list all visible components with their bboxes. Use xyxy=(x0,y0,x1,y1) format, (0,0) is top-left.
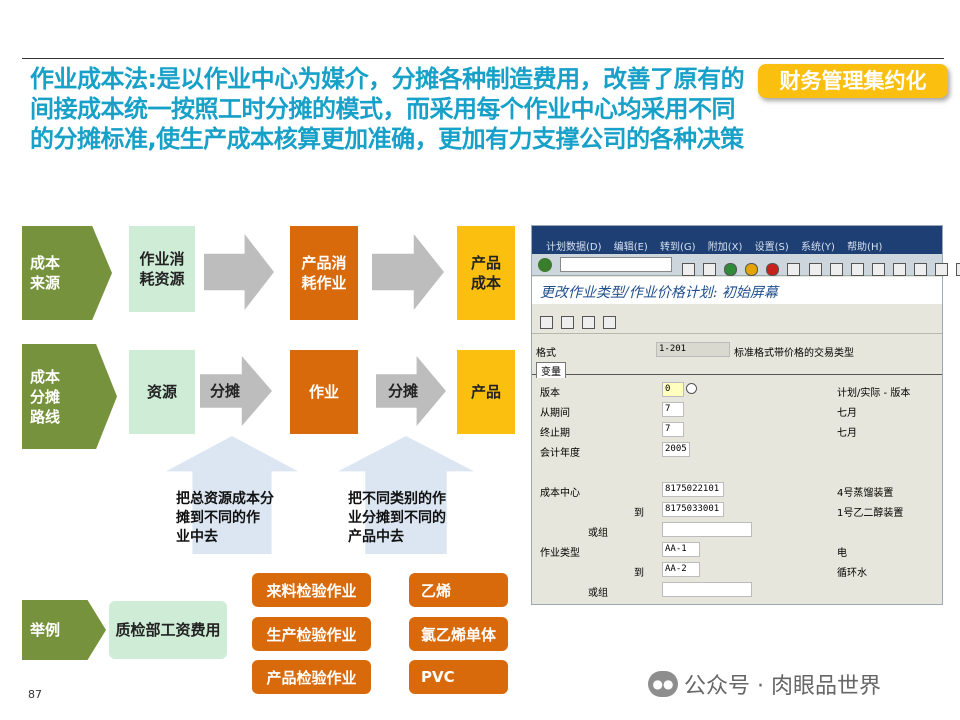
layout-field[interactable]: 1-201 xyxy=(656,342,730,357)
cost-center-from-description: 4号蒸馏装置 xyxy=(837,488,894,499)
cancel-icon[interactable] xyxy=(766,263,780,276)
activity-type-from-field[interactable]: AA-1 xyxy=(662,542,700,557)
to-period-description: 七月 xyxy=(837,428,857,439)
fiscal-year-label: 会计年度 xyxy=(540,448,580,459)
box-qc-salary: 质检部工资费用 xyxy=(109,601,227,659)
fiscal-year-field[interactable]: 2005 xyxy=(662,442,690,457)
enter-icon[interactable] xyxy=(538,258,552,272)
tab-variables[interactable]: 变量 xyxy=(536,362,566,378)
print-icon[interactable] xyxy=(787,263,801,276)
activity-type-group-label: 或组 xyxy=(588,588,608,599)
command-field[interactable] xyxy=(560,257,672,272)
search-help-icon[interactable] xyxy=(686,383,697,394)
menu-help[interactable]: 帮助(H) xyxy=(847,238,882,253)
arrow-label-allocate: 分摊 xyxy=(388,381,419,400)
cost-center-label: 成本中心 xyxy=(540,488,580,499)
from-period-field[interactable]: 7 xyxy=(662,402,684,417)
document-edit-icon[interactable] xyxy=(603,316,617,329)
chart-icon[interactable] xyxy=(561,316,575,329)
watermark-text: 公众号 · 肉眼品世界 xyxy=(684,674,881,699)
cost-center-to-field[interactable]: 8175033001 xyxy=(662,502,724,517)
first-page-icon[interactable] xyxy=(850,263,864,276)
box-product-consumes-activity: 产品消 耗作业 xyxy=(290,226,358,320)
gray-arrow-right xyxy=(372,234,444,310)
top-rule xyxy=(22,58,944,59)
watermark: ●● 公众号 · 肉眼品世界 xyxy=(648,668,881,700)
section-badge: 财务管理集约化 xyxy=(758,64,948,98)
layout-icon[interactable] xyxy=(935,263,949,276)
cost-center-group-field[interactable] xyxy=(662,522,752,537)
example-activity: 生产检验作业 xyxy=(252,617,371,651)
find-icon[interactable] xyxy=(808,263,822,276)
example-product: PVC xyxy=(409,660,508,694)
gray-arrow-right xyxy=(204,234,274,310)
toolbar-icons xyxy=(682,259,960,278)
to-period-label: 终止期 xyxy=(540,428,570,439)
wechat-icon: ●● xyxy=(648,671,678,697)
sap-toolbar xyxy=(532,254,960,276)
last-page-icon[interactable] xyxy=(914,263,928,276)
note-resource-to-activity: 把总资源成本分 摊到不同的作 业中去 xyxy=(176,491,274,545)
menu-extras[interactable]: 附加(X) xyxy=(708,238,743,253)
box-activity-consumes-resources: 作业消 耗资源 xyxy=(129,226,195,312)
box-product: 产品 xyxy=(457,350,515,434)
activity-type-group-field[interactable] xyxy=(662,582,752,597)
sap-menu-bar: 计划数据(D) 编辑(E) 转到(G) 附加(X) 设置(S) 系统(Y) 帮助… xyxy=(532,226,942,254)
menu-plan-data[interactable]: 计划数据(D) xyxy=(546,238,602,253)
cost-center-to-description: 1号乙二醇装置 xyxy=(837,508,904,519)
version-field[interactable]: 0 xyxy=(662,382,684,397)
example-product: 氯乙烯单体 xyxy=(409,617,508,651)
prev-page-icon[interactable] xyxy=(871,263,885,276)
sap-screen-title: 更改作业类型/作业价格计划: 初始屏幕 xyxy=(532,277,942,304)
box-resources: 资源 xyxy=(129,350,195,434)
exit-icon[interactable] xyxy=(745,263,759,276)
person-icon[interactable] xyxy=(540,316,553,329)
next-page-icon[interactable] xyxy=(892,263,906,276)
find-next-icon[interactable] xyxy=(829,263,843,276)
activity-type-to-label: 到 xyxy=(634,568,644,579)
save-icon[interactable] xyxy=(703,263,717,276)
box-product-cost: 产品 成本 xyxy=(457,226,515,320)
cost-center-from-field[interactable]: 8175022101 xyxy=(662,482,724,497)
example-activity: 来料检验作业 xyxy=(252,573,371,607)
menu-edit[interactable]: 编辑(E) xyxy=(614,238,648,253)
activity-type-from-description: 电 xyxy=(837,548,847,559)
version-label: 版本 xyxy=(540,388,560,399)
from-period-description: 七月 xyxy=(837,408,857,419)
sap-app-toolbar xyxy=(532,304,942,334)
activity-type-label: 作业类型 xyxy=(540,548,580,559)
to-period-field[interactable]: 7 xyxy=(662,422,684,437)
tab-divider xyxy=(532,374,942,375)
arrow-label-allocate: 分摊 xyxy=(210,381,241,400)
back-green-icon[interactable] xyxy=(724,263,738,276)
chevron-cost-source: 成本 来源 xyxy=(22,226,112,320)
menu-system[interactable]: 系统(Y) xyxy=(801,238,835,253)
menu-settings[interactable]: 设置(S) xyxy=(755,238,789,253)
sap-window: 计划数据(D) 编辑(E) 转到(G) 附加(X) 设置(S) 系统(Y) 帮助… xyxy=(531,225,960,605)
layout-label: 格式 xyxy=(536,348,556,359)
menu-goto[interactable]: 转到(G) xyxy=(660,238,696,253)
version-description: 计划/实际 - 版本 xyxy=(837,388,911,399)
help-icon[interactable] xyxy=(956,263,960,276)
activity-type-to-field[interactable]: AA-2 xyxy=(662,562,700,577)
document-icon[interactable] xyxy=(582,316,596,329)
page-number: 87 xyxy=(28,688,42,701)
chevron-example: 举例 xyxy=(22,600,106,660)
cost-center-to-label: 到 xyxy=(634,508,644,519)
activity-type-to-description: 循环水 xyxy=(837,568,867,579)
chevron-cost-allocation-route: 成本 分摊 路线 xyxy=(22,344,117,449)
example-product: 乙烯 xyxy=(409,573,508,607)
slide-title: 作业成本法:是以作业中心为媒介，分摊各种制造费用，改善了原有的间接成本统一按照工… xyxy=(30,65,745,153)
example-activity: 产品检验作业 xyxy=(252,660,371,694)
cost-center-group-label: 或组 xyxy=(588,528,608,539)
from-period-label: 从期间 xyxy=(540,408,570,419)
back-icon[interactable] xyxy=(682,263,695,276)
note-activity-to-product: 把不同类别的作 业分摊到不同的 产品中去 xyxy=(348,491,446,545)
box-activity: 作业 xyxy=(290,350,358,434)
layout-description: 标准格式带价格的交易类型 xyxy=(734,348,854,359)
